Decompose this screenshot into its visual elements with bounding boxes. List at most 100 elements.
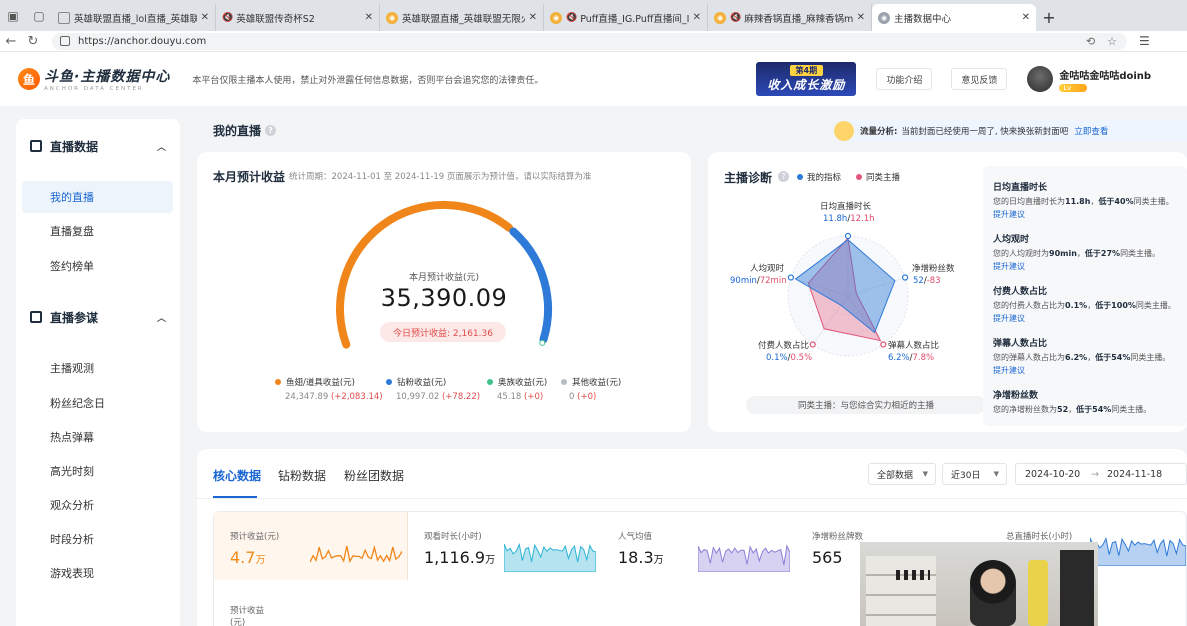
- tab-label: Puff直播_IG.Puff直播间_IG: [580, 13, 689, 25]
- page-title-text: 我的直播: [213, 124, 262, 138]
- legend-label: 鱼翅/道具收益(元): [286, 378, 355, 388]
- metric-label: 预计收益(元): [230, 532, 280, 542]
- star-icon[interactable]: ☆: [1107, 35, 1117, 48]
- legend-label: 奥族收益(元): [498, 378, 548, 388]
- window-menu-icon[interactable]: ▣: [0, 0, 26, 31]
- metric-unit: 万: [653, 555, 664, 566]
- back-arrow-icon[interactable]: ←: [0, 34, 22, 49]
- sidebar-item-observe[interactable]: 主播观测: [22, 352, 173, 384]
- tab-close-icon[interactable]: ✕: [365, 12, 373, 23]
- sidebar-group-live-data[interactable]: 直播数据 ︿: [16, 136, 180, 156]
- improve-advice-link[interactable]: 提升建议: [993, 313, 1183, 324]
- sidebar-item-sign-rank[interactable]: 签约榜单: [22, 250, 173, 282]
- legend-item: 其他收益(元): [561, 376, 621, 388]
- browser-tab[interactable]: 🔇 英雄联盟传奇杯S2 ✕: [216, 4, 380, 31]
- tab-close-icon[interactable]: ✕: [1022, 12, 1030, 23]
- date-range-picker[interactable]: 2024-10-20 → 2024-11-18: [1015, 463, 1187, 485]
- metric-sparkline: [504, 542, 596, 572]
- advice-item: 人均观时 您的人均观时为90min，低于27%同类主播。 提升建议: [993, 232, 1183, 272]
- feature-intro-button[interactable]: 功能介绍: [876, 68, 933, 90]
- radar-axis-marker: [844, 232, 852, 240]
- sidebar-item-hot-danmaku[interactable]: 热点弹幕: [22, 421, 173, 453]
- growth-incentive-banner[interactable]: 第4期 收入成长激励: [756, 62, 857, 96]
- peer-value: 7.8%: [912, 353, 935, 363]
- banner-issue: 第4期: [789, 65, 824, 76]
- browser-tab[interactable]: ◉ 🔇 麻辣香锅直播_麻辣香锅mlxg ✕: [708, 4, 872, 31]
- sparkline-area: [504, 542, 596, 572]
- tab-close-icon[interactable]: ✕: [693, 12, 701, 23]
- webcam-figurines: [896, 570, 930, 580]
- legend-value: 45.18 (+0): [497, 392, 543, 402]
- legal-notice: 本平台仅限主播本人使用，禁止对外泄露任何信息数据，否则平台会追究您的法律责任。: [192, 75, 544, 86]
- webcam-streamer: [970, 560, 1016, 626]
- gauge-label: 本月预计收益(元): [408, 273, 480, 283]
- date-range-preset-select[interactable]: 近30日 ▼: [942, 463, 1007, 485]
- tab-close-icon[interactable]: ✕: [857, 12, 865, 23]
- tab-diamond-fans[interactable]: 钻粉数据: [278, 467, 326, 484]
- radar-axis-value: 0.1%/0.5%: [766, 353, 813, 363]
- sidebar-item-game-performance[interactable]: 游戏表现: [22, 557, 173, 589]
- sidebar-item-highlights[interactable]: 高光时刻: [22, 455, 173, 487]
- legend-delta: (+2,083.14): [330, 392, 383, 402]
- legend-value: 24,347.89 (+2,083.14): [285, 392, 383, 402]
- radar-axis-marker: [787, 274, 795, 281]
- advice-title: 弹幕人数占比: [993, 339, 1048, 349]
- select-value: 全部数据: [877, 470, 914, 481]
- sidebar-group-live-advisor[interactable]: 直播参谋 ︿: [16, 307, 180, 327]
- sidebar-item-audience[interactable]: 观众分析: [22, 489, 173, 521]
- improve-advice-link[interactable]: 提升建议: [993, 365, 1183, 376]
- site-logo[interactable]: 鱼 斗鱼·主播数据中心 ANCHOR DATA CENTER: [18, 66, 170, 92]
- sidebar-item-label: 我的直播: [50, 191, 94, 204]
- tab-close-icon[interactable]: ✕: [529, 12, 537, 23]
- sidebar-item-fan-anniversary[interactable]: 粉丝纪念日: [22, 387, 173, 419]
- date-end[interactable]: 2024-11-18: [1107, 469, 1162, 480]
- date-start[interactable]: 2024-10-20: [1025, 469, 1080, 480]
- reload-icon[interactable]: ↻: [22, 34, 44, 49]
- traffic-view-link[interactable]: 立即查看: [1074, 125, 1108, 137]
- metric-card-watch-time[interactable]: 观看时长(小时) 1,116.9万: [408, 512, 602, 580]
- sparkline-area: [1090, 536, 1186, 566]
- advice-value: 6.2%: [1065, 353, 1088, 362]
- metric-card-earnings[interactable]: 预计收益(元) 4.7万: [214, 512, 408, 580]
- muted-speaker-icon[interactable]: 🔇: [566, 13, 577, 23]
- tab-core-data[interactable]: 核心数据: [213, 467, 261, 484]
- advice-item: 付费人数占比 您的付费人数占比为0.1%，低于100%同类主播。 提升建议: [993, 284, 1183, 324]
- new-tab-button[interactable]: +: [1036, 4, 1062, 31]
- douyu-favicon-icon: ◉: [878, 11, 890, 24]
- browser-tab[interactable]: ◉ 英雄联盟直播_英雄联盟无限火力 ✕: [380, 4, 544, 31]
- sidebar-item-my-live[interactable]: 我的直播: [22, 181, 173, 213]
- tab-actions-icon[interactable]: ▢: [26, 0, 52, 31]
- browser-tab-active[interactable]: ◉ 主播数据中心 ✕: [872, 4, 1036, 31]
- monthly-earnings-card: 本月预计收益 统计周期：2024-11-01 至 2024-11-19 页面展示…: [197, 152, 691, 432]
- advice-text-part: 同类主播。: [1135, 301, 1176, 310]
- improve-advice-link[interactable]: 提升建议: [993, 209, 1183, 220]
- metric-number: 4.7: [230, 548, 256, 567]
- sidebar-item-live-review[interactable]: 直播复盘: [22, 215, 173, 247]
- url-text: https://anchor.douyu.com: [78, 35, 207, 47]
- tab-close-icon[interactable]: ✕: [201, 12, 209, 23]
- data-scope-select[interactable]: 全部数据 ▼: [868, 463, 936, 485]
- advice-text-part: 您的付费人数占比为: [993, 301, 1065, 310]
- metric-card-popularity[interactable]: 人气均值 18.3万: [602, 512, 796, 580]
- improve-advice-link[interactable]: 提升建议: [993, 261, 1183, 272]
- chevron-up-icon[interactable]: ︿: [157, 311, 166, 324]
- help-icon[interactable]: ?: [265, 125, 277, 136]
- browser-tab[interactable]: 英雄联盟直播_lol直播_英雄联盟 ✕: [52, 4, 216, 31]
- site-header: 鱼 斗鱼·主播数据中心 ANCHOR DATA CENTER 本平台仅限主播本人…: [0, 52, 1187, 106]
- translate-icon[interactable]: ⟲: [1086, 35, 1095, 48]
- user-profile[interactable]: 金咕咕金咕咕doinb Lv: [1027, 66, 1151, 92]
- muted-speaker-icon[interactable]: 🔇: [730, 13, 741, 23]
- avatar[interactable]: [1027, 66, 1054, 92]
- favorites-icon[interactable]: ☰: [1139, 34, 1150, 48]
- browser-tab-bar: ▣ ▢ 英雄联盟直播_lol直播_英雄联盟 ✕ 🔇 英雄联盟传奇杯S2 ✕ ◉ …: [0, 0, 1187, 31]
- browser-tab[interactable]: ◉ 🔇 Puff直播_IG.Puff直播间_IG ✕: [544, 4, 708, 31]
- sidebar-item-label: 主播观测: [50, 362, 94, 375]
- chevron-up-icon[interactable]: ︿: [157, 140, 166, 153]
- feedback-button[interactable]: 意见反馈: [951, 68, 1008, 90]
- muted-speaker-icon[interactable]: 🔇: [222, 13, 233, 23]
- url-field[interactable]: https://anchor.douyu.com ⟲ ☆: [52, 32, 1127, 50]
- radar-axis-label: 付费人数占比: [758, 341, 810, 351]
- site-info-icon[interactable]: [60, 36, 70, 46]
- tab-fan-club[interactable]: 粉丝团数据: [344, 467, 404, 484]
- sidebar-item-time-slot[interactable]: 时段分析: [22, 523, 173, 555]
